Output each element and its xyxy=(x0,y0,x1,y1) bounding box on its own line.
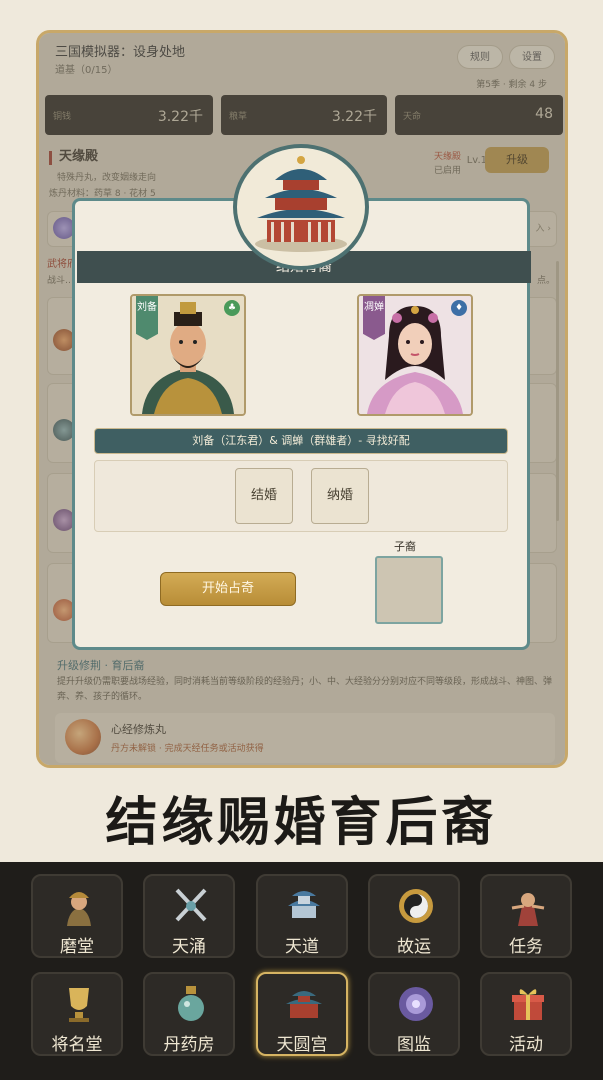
warrior-icon xyxy=(511,893,545,926)
menu-label: 任务 xyxy=(509,937,543,957)
start-divination-button[interactable]: 开始占奇 xyxy=(160,572,296,606)
temple-icon xyxy=(288,891,320,918)
hero-name-tag: 凋婵 xyxy=(363,296,385,340)
child-label: 子裔 xyxy=(394,540,416,553)
menu-label: 磨堂 xyxy=(60,937,94,957)
menu-item-fortune[interactable]: 故运 xyxy=(368,874,460,958)
menu-item-way[interactable]: 天道 xyxy=(256,874,348,958)
menu-item-generals[interactable]: 将名堂 xyxy=(31,972,123,1056)
hero-portrait-right[interactable]: 凋婵 ♦ xyxy=(357,294,473,416)
menu-item-events[interactable]: 活动 xyxy=(480,972,572,1056)
pair-description: 刘备（江东君）& 调蝉（群雄者）- 寻找好配 xyxy=(94,428,508,454)
action-slot-area xyxy=(94,460,508,532)
trophy-icon xyxy=(69,988,89,1022)
palace-icon xyxy=(286,991,322,1018)
menu-label: 天涌 xyxy=(172,937,206,957)
menu-item-alchemy[interactable]: 丹药房 xyxy=(143,972,235,1056)
menu-item-hall[interactable]: 磨堂 xyxy=(31,874,123,958)
menu-label: 故运 xyxy=(397,937,431,957)
menu-item-battle[interactable]: 天涌 xyxy=(143,874,235,958)
menu-label: 将名堂 xyxy=(51,1035,103,1055)
menu-label: 丹药房 xyxy=(163,1035,215,1055)
marry-slot[interactable]: 结婚 xyxy=(235,468,293,524)
swords-icon xyxy=(175,888,207,922)
hero-name-tag: 刘备 xyxy=(136,296,158,340)
bottom-menu: 磨堂 天涌 天道 故运 任务 将名堂 丹药房 天圆宫 图监 活动 xyxy=(0,862,603,1080)
hero-portrait-left[interactable]: 刘备 ♣ xyxy=(130,294,246,416)
yinyang-icon xyxy=(399,889,433,923)
faction-icon: ♦ xyxy=(451,300,467,316)
orb-icon xyxy=(399,987,433,1021)
promo-caption: 结缘赐婚育后裔 xyxy=(105,792,498,853)
potion-icon xyxy=(178,986,204,1021)
child-slot[interactable] xyxy=(375,556,443,624)
menu-label: 天圆宫 xyxy=(276,1035,328,1055)
faction-icon: ♣ xyxy=(224,300,240,316)
menu-item-quest[interactable]: 任务 xyxy=(480,874,572,958)
menu-label: 天道 xyxy=(285,937,319,957)
menu-label: 活动 xyxy=(509,1035,543,1055)
temple-icon xyxy=(233,144,369,270)
menu-item-atlas[interactable]: 图监 xyxy=(368,972,460,1056)
general-icon xyxy=(67,892,91,926)
menu-label: 图监 xyxy=(397,1035,431,1055)
gift-icon xyxy=(512,989,544,1020)
menu-item-palace[interactable]: 天圆宫 xyxy=(256,972,348,1056)
concubine-slot[interactable]: 纳婚 xyxy=(311,468,369,524)
